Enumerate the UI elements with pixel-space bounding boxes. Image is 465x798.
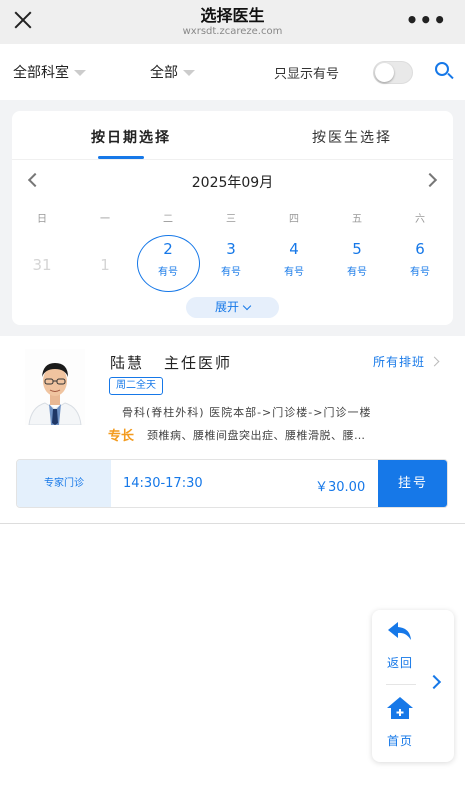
- only-available-toggle[interactable]: [373, 61, 413, 84]
- toggle-knob: [375, 63, 394, 82]
- home-icon: [387, 697, 413, 719]
- day-number: 6: [415, 240, 425, 258]
- back-label: 返回: [386, 656, 413, 670]
- tab-divider: [12, 159, 453, 160]
- search-icon[interactable]: [434, 61, 456, 83]
- day-availability: 有号: [158, 267, 178, 278]
- day-number: 4: [289, 240, 299, 258]
- weekday-label: 四: [289, 214, 299, 225]
- specialty-text: 颈椎病、腰椎间盘突出症、腰椎滑脱、腰…: [147, 429, 366, 442]
- day-availability: 有号: [347, 267, 367, 278]
- day-number: 3: [226, 240, 236, 258]
- calendar-day[interactable]: 5 有号: [327, 240, 387, 278]
- day-number: 2: [163, 240, 173, 258]
- filter-bar: 全部科室 全部 只显示有号: [0, 44, 465, 100]
- appointment-slot: 专家门诊 14:30-17:30 ￥30.00 挂号: [16, 459, 448, 508]
- tab-by-date[interactable]: 按日期选择: [91, 127, 171, 147]
- weekday-label: 二: [163, 214, 173, 225]
- day-number: 5: [352, 240, 362, 258]
- day-number: 31: [32, 256, 52, 274]
- calendar-day: 31: [12, 240, 72, 274]
- day-availability: 有号: [221, 267, 241, 278]
- floating-nav: 返回 首页: [372, 610, 454, 762]
- department-dropdown[interactable]: 全部科室: [13, 62, 86, 82]
- day-number: 1: [100, 256, 110, 274]
- only-available-label: 只显示有号: [274, 67, 340, 82]
- expand-label: 展开: [214, 300, 239, 314]
- page-url: wxrsdt.zcareze.com: [182, 26, 283, 37]
- category-dropdown-label: 全部: [150, 65, 178, 81]
- month-label: 2025年09月: [191, 175, 274, 191]
- doctor-name: 陆慧: [110, 354, 145, 372]
- expand-calendar-button[interactable]: 展开: [186, 297, 279, 318]
- calendar-day[interactable]: 2 有号: [138, 240, 198, 278]
- tab-by-doctor[interactable]: 按医生选择: [312, 127, 392, 147]
- back-arrow-icon: [388, 622, 411, 640]
- department-dropdown-label: 全部科室: [13, 65, 69, 81]
- all-schedules-label: 所有排班: [373, 355, 426, 369]
- schedule-badge: 周二全天: [109, 377, 163, 395]
- slot-price: ￥30.00: [315, 480, 366, 495]
- weekday-label: 三: [226, 214, 236, 225]
- caret-down-icon: [183, 70, 195, 76]
- float-nav-divider: [386, 684, 416, 685]
- back-button[interactable]: 返回: [386, 620, 414, 671]
- chevron-right-icon: [429, 356, 440, 367]
- page-title: 选择医生: [200, 6, 265, 25]
- calendar-day[interactable]: 3 有号: [201, 240, 261, 278]
- register-button[interactable]: 挂号: [378, 460, 447, 507]
- home-button[interactable]: 首页: [386, 696, 414, 749]
- chevron-right-icon[interactable]: [426, 674, 442, 690]
- home-label: 首页: [386, 734, 413, 748]
- slot-time: 14:30-17:30: [123, 476, 203, 491]
- category-dropdown[interactable]: 全部: [150, 62, 195, 82]
- calendar-day: 1: [75, 240, 135, 274]
- doctor-photo: [25, 349, 85, 425]
- calendar-day[interactable]: 6 有号: [390, 240, 450, 278]
- chevron-down-icon: [242, 301, 252, 311]
- specialty-label: 专长: [108, 429, 135, 444]
- weekday-label: 五: [352, 214, 362, 225]
- calendar-card: 按日期选择 按医生选择 2025年09月 日 一 二 三 四 五 六 31 1 …: [12, 111, 453, 325]
- doctor-title: 主任医师: [164, 354, 233, 372]
- weekday-label: 一: [100, 214, 110, 225]
- all-schedules-link[interactable]: 所有排班: [373, 353, 440, 370]
- weekday-label: 六: [415, 214, 425, 225]
- calendar-day[interactable]: 4 有号: [264, 240, 324, 278]
- weekday-label: 日: [37, 214, 47, 225]
- search-handle: [447, 72, 454, 80]
- slot-type: 专家门诊: [17, 460, 111, 507]
- top-bar: 选择医生 wxrsdt.zcareze.com •••: [0, 0, 465, 44]
- more-icon[interactable]: •••: [406, 8, 447, 32]
- caret-down-icon: [74, 70, 86, 76]
- day-availability: 有号: [284, 267, 304, 278]
- day-availability: 有号: [410, 267, 430, 278]
- doctor-department-location: 骨科(脊柱外科) 医院本部->门诊楼->门诊一楼: [122, 406, 372, 419]
